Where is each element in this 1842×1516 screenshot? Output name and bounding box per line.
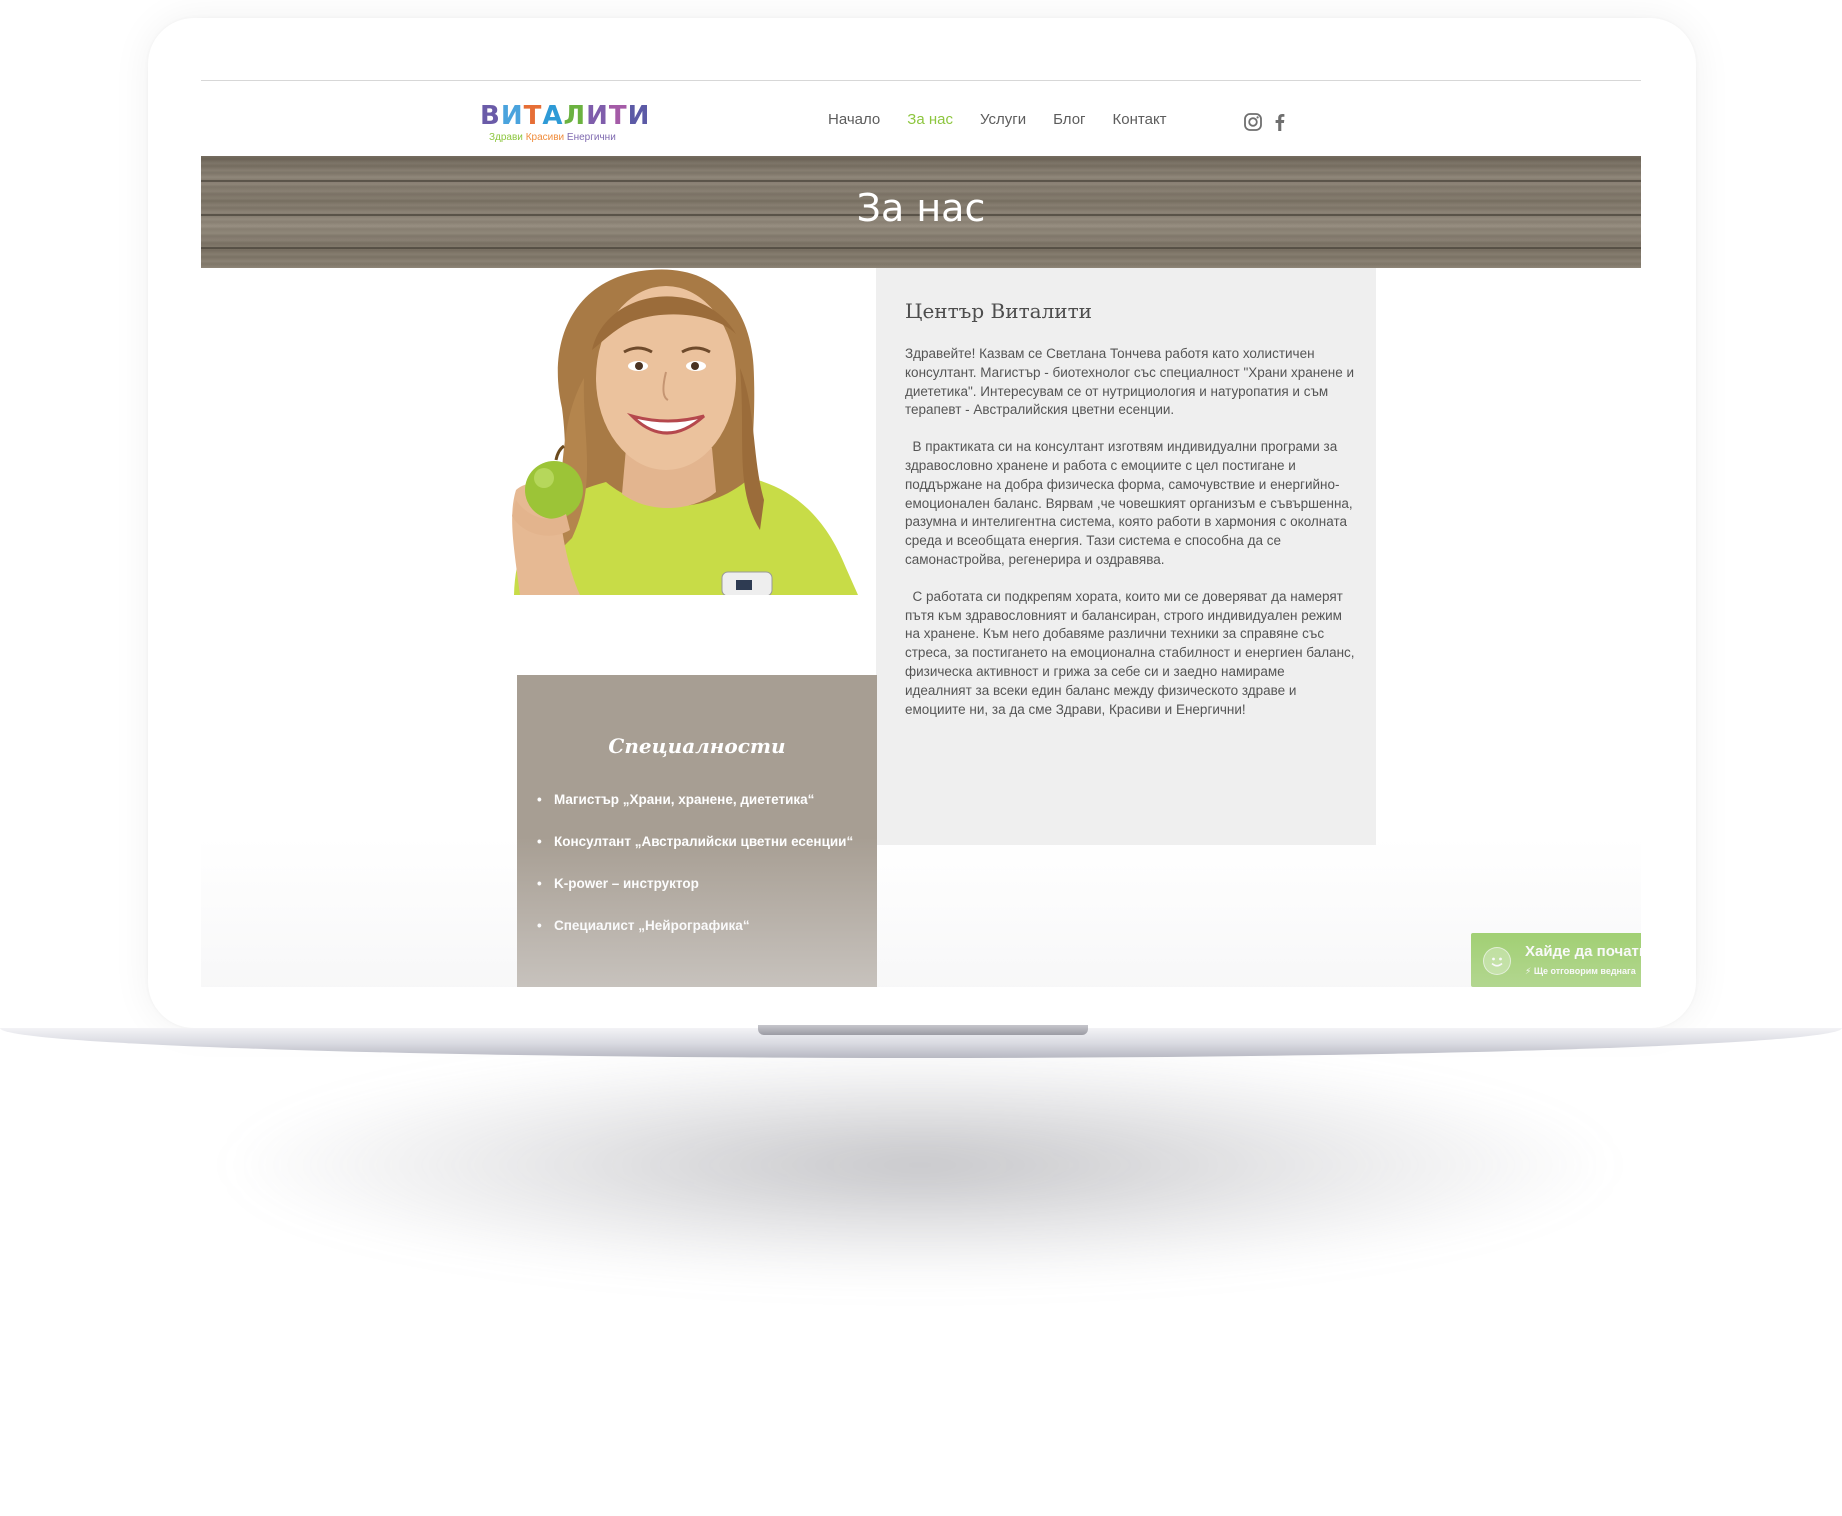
tagline-word: Енергични	[566, 132, 616, 143]
nav-item-home[interactable]: Начало	[828, 111, 880, 128]
logo-letter: Т	[608, 101, 628, 131]
main-nav: Начало За нас Услуги Блог Контакт	[828, 111, 1194, 128]
speciality-item: Специалист „Нейрографика“	[537, 918, 853, 960]
logo-letter: В	[480, 101, 501, 131]
wood-seam	[201, 180, 1641, 182]
about-text: Здравейте! Казвам се Светлана Тончева ра…	[905, 345, 1355, 737]
chat-title: Хайде да почати	[1525, 943, 1641, 960]
nav-item-contact[interactable]: Контакт	[1113, 111, 1167, 128]
nav-item-services[interactable]: Услуги	[980, 111, 1026, 128]
logo-tagline: Здрави Красиви Енергични	[489, 132, 650, 143]
tagline-word: Красиви	[525, 132, 565, 143]
chat-subtitle: ⚡ Ще отговорим веднага	[1525, 966, 1636, 976]
about-paragraph: С работата си подкрепям хората, които ми…	[905, 588, 1359, 717]
about-heading: Център Виталити	[905, 299, 1093, 323]
laptop-notch	[758, 1025, 1088, 1035]
wood-seam	[201, 247, 1641, 249]
speciality-item: Магистър „Храни, хранене, диететика“	[537, 792, 853, 834]
facebook-icon[interactable]	[1270, 112, 1290, 132]
nav-item-blog[interactable]: Блог	[1053, 111, 1085, 128]
specialities-heading: Специалности	[608, 734, 786, 758]
instagram-icon[interactable]	[1243, 112, 1263, 132]
logo-letter: И	[500, 101, 524, 131]
page-banner: За нас	[201, 156, 1641, 268]
logo-wordmark: ВИТАЛИТИ	[480, 101, 650, 131]
logo-letter: Л	[563, 101, 587, 131]
about-paragraph: Здравейте! Казвам се Светлана Тончева ра…	[905, 346, 1354, 418]
screen-fade	[201, 837, 1641, 987]
chat-widget-button[interactable]: Хайде да почати ⚡ Ще отговорим веднага	[1471, 933, 1641, 987]
about-panel: Център Виталити Здравейте! Казвам се Све…	[876, 268, 1376, 845]
logo-letter: А	[542, 101, 564, 131]
profile-photo	[454, 268, 866, 595]
nav-item-about[interactable]: За нас	[907, 111, 953, 128]
specialities-box: Специалности Магистър „Храни, хранене, д…	[517, 675, 877, 987]
speciality-item: K-power – инструктор	[537, 876, 853, 918]
speciality-item: Консултант „Австралийски цветни есенции“	[537, 834, 853, 876]
about-paragraph: В практиката си на консултант изготвям и…	[905, 439, 1357, 567]
device-shadow	[230, 1050, 1610, 1280]
smiley-icon	[1483, 947, 1511, 975]
page-title: За нас	[856, 186, 986, 230]
logo-letter: И	[586, 101, 609, 131]
site-logo[interactable]: ВИТАЛИТИ Здрави Красиви Енергични	[480, 101, 650, 143]
specialities-list: Магистър „Храни, хранене, диететика“ Кон…	[537, 792, 853, 960]
social-links	[1243, 112, 1297, 132]
website-screen: ВИТАЛИТИ Здрави Красиви Енергични Начало…	[201, 80, 1641, 987]
tagline-word: Здрави	[489, 132, 523, 143]
logo-letter: И	[627, 101, 651, 131]
logo-letter: Т	[523, 101, 543, 131]
